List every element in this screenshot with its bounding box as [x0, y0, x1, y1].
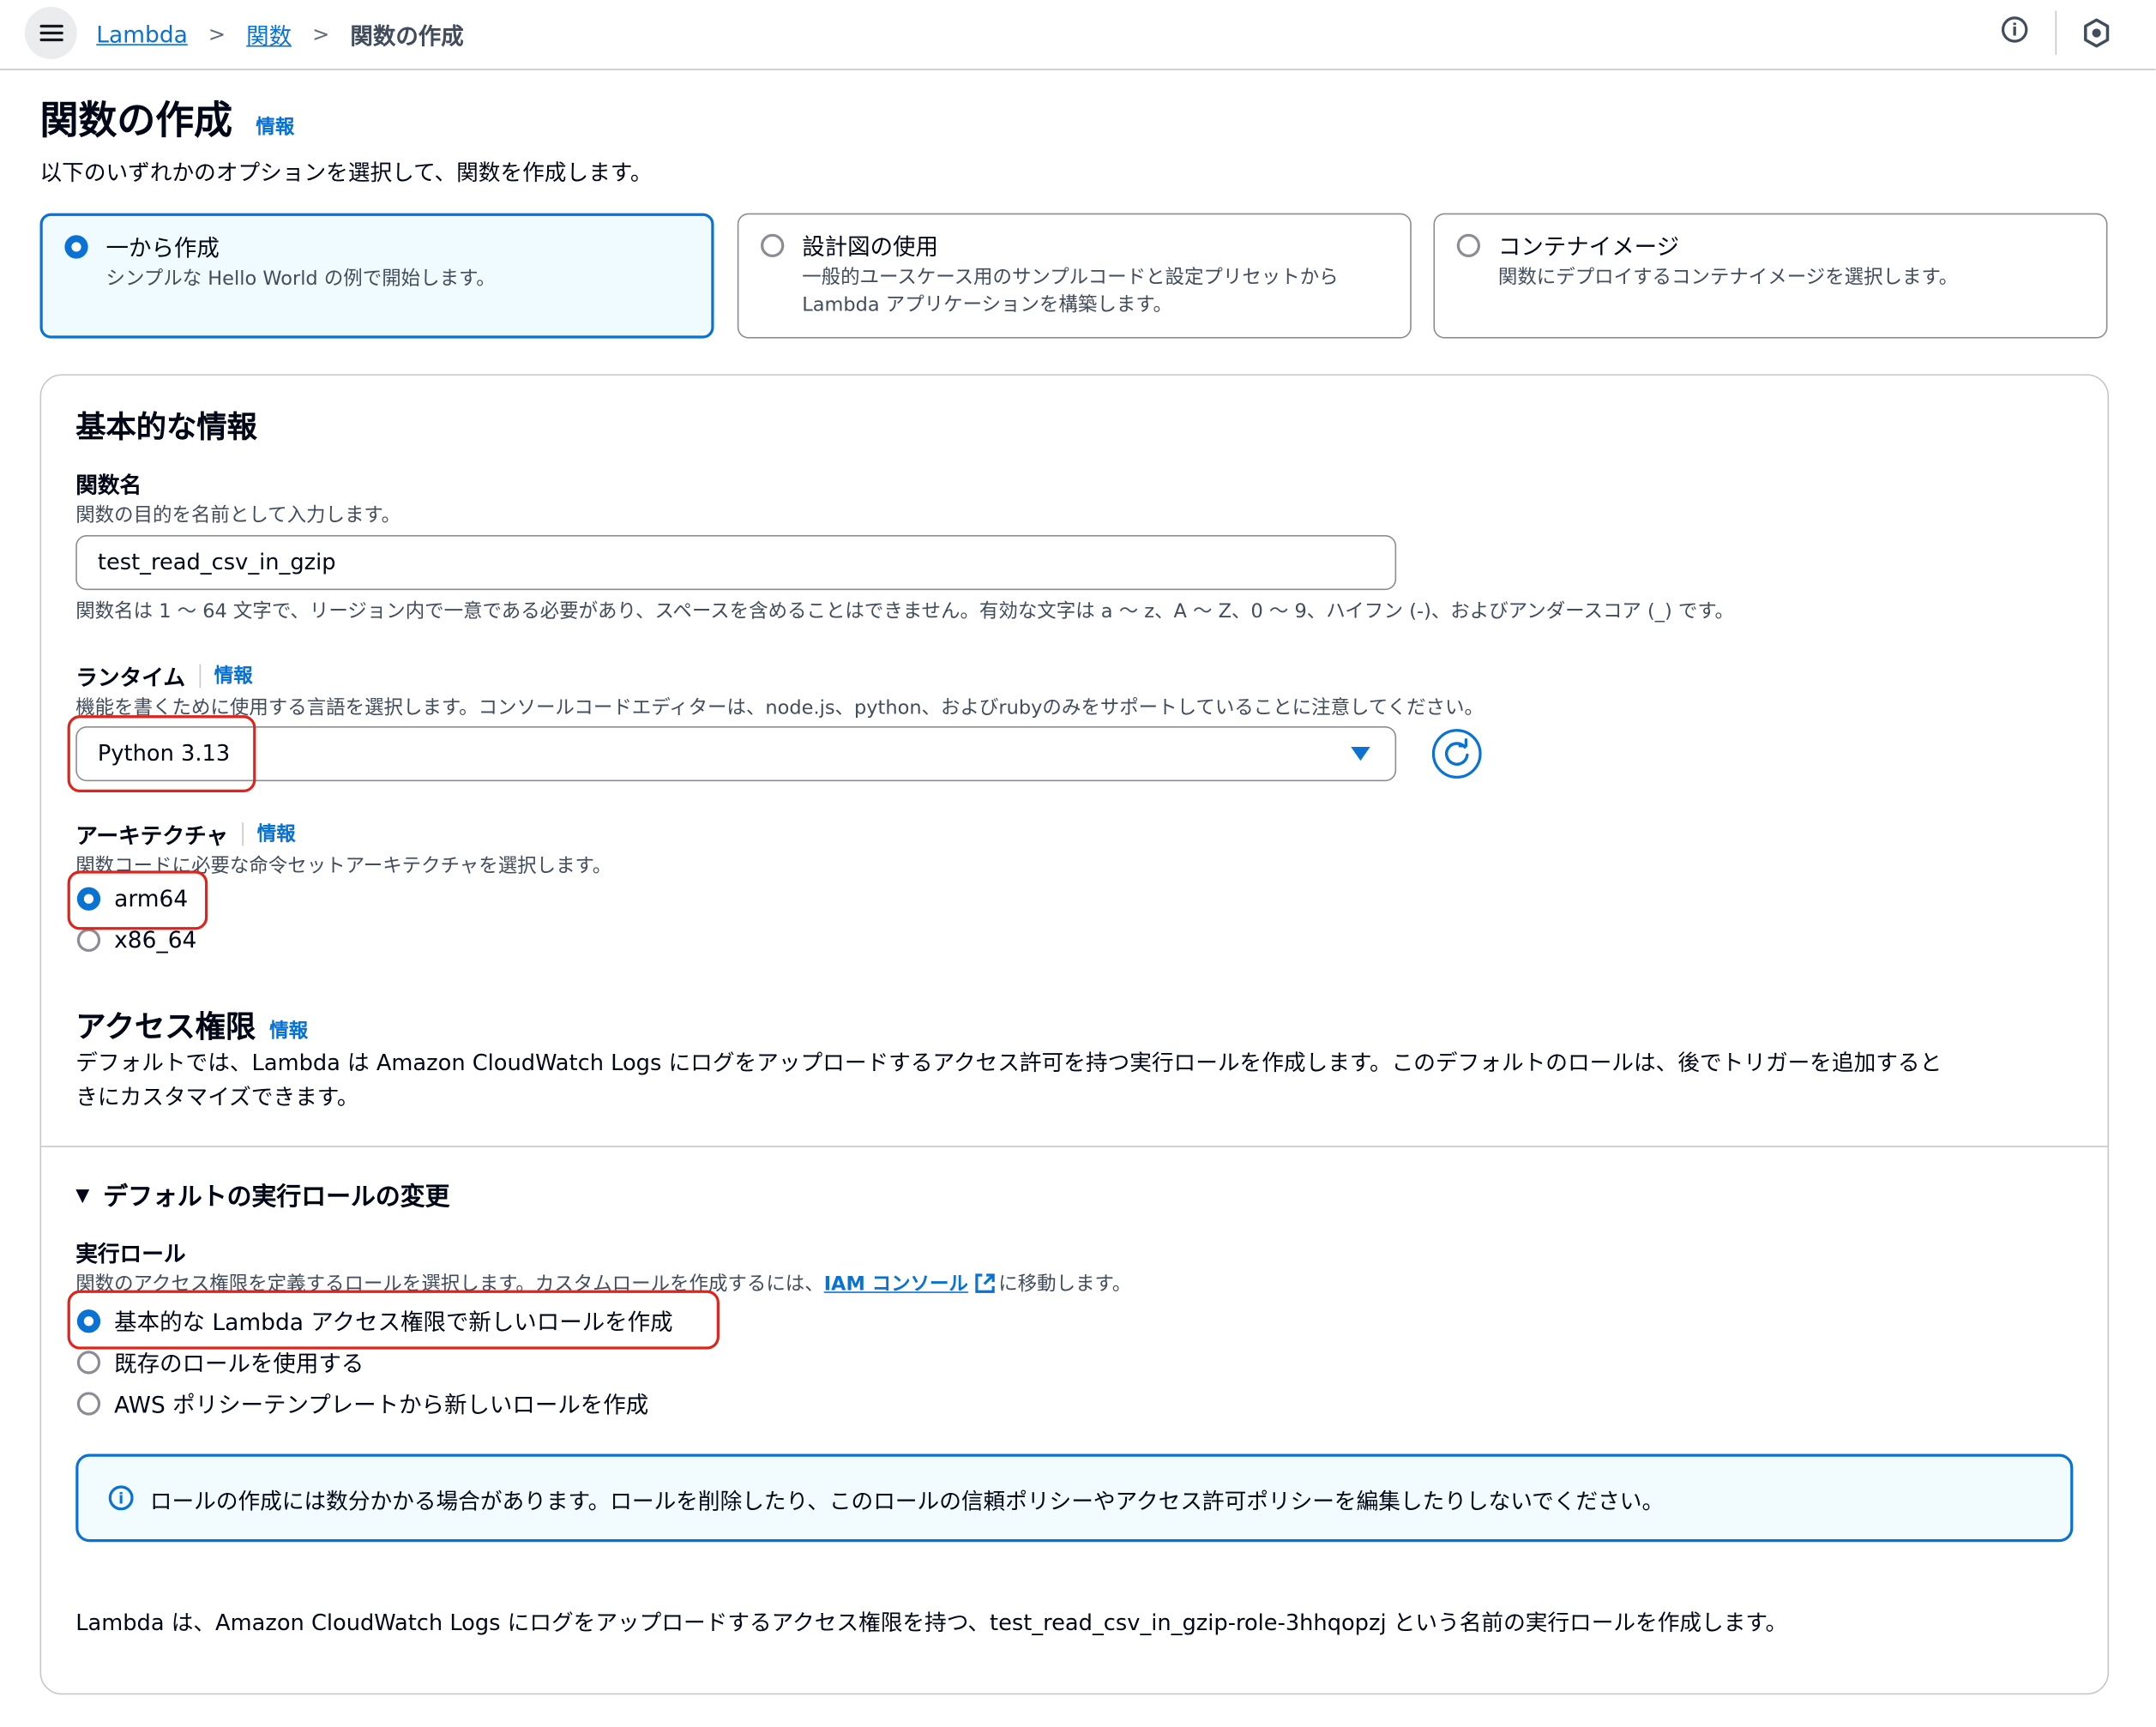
exec-role-label: 実行ロール	[75, 1240, 186, 1267]
role-toggle-label: デフォルトの実行ロールの変更	[103, 1182, 450, 1213]
radio-use-blueprint[interactable]	[761, 233, 785, 257]
page-title: 関数の作成	[39, 97, 233, 143]
access-heading-row: アクセス権限 情報	[75, 1002, 308, 1046]
radio-container-image[interactable]	[1456, 233, 1481, 257]
caret-down-icon: ▼	[75, 1184, 90, 1206]
role-highlight-box	[67, 1290, 720, 1350]
role-option-existing[interactable]: 既存のロールを使用する	[76, 1345, 364, 1378]
architecture-highlight-box	[67, 870, 208, 930]
function-name-input[interactable]: test_read_csv_in_gzip	[75, 534, 1397, 591]
chevron-right-icon: >	[208, 21, 226, 47]
chevron-right-icon: >	[312, 21, 330, 47]
option-use-blueprint[interactable]: 設計図の使用 一般的ユースケース用のサンプルコードと設定プリセットから Lamb…	[737, 213, 1412, 339]
option-title: 一から作成	[105, 235, 220, 262]
info-icon[interactable]: i	[2001, 16, 2028, 43]
role-option-label: 既存のロールを使用する	[114, 1351, 364, 1377]
access-info-link[interactable]: 情報	[269, 1016, 308, 1044]
section-heading-access: アクセス権限	[75, 1011, 256, 1046]
role-info-alert: i ロールの作成には数分かかる場合があります。ロールを削除したり、このロールの信…	[75, 1453, 2074, 1543]
option-title: 設計図の使用	[802, 233, 938, 261]
option-desc: シンプルな Hello World の例で開始します。	[105, 268, 496, 291]
access-desc-line: デフォルトでは、Lambda は Amazon CloudWatch Logs …	[75, 1049, 1942, 1076]
breadcrumb-functions[interactable]: 関数	[246, 18, 292, 51]
breadcrumb-current: 関数の作成	[350, 23, 464, 50]
function-name-hint: 関数名は 1 ～ 64 文字で、リージョン内で一意である必要があり、スペースを含…	[75, 600, 1735, 623]
label-separator	[242, 821, 244, 845]
runtime-highlight-box	[67, 715, 256, 792]
section-heading-basic: 基本的な情報	[75, 411, 257, 446]
option-title: コンテナイメージ	[1497, 233, 1680, 261]
breadcrumb-lambda[interactable]: Lambda	[96, 21, 188, 47]
page-subtitle: 以下のいずれかのオプションを選択して、関数を作成します。	[39, 159, 653, 186]
architecture-label-row: アーキテクチャ 情報	[75, 817, 296, 850]
runtime-info-link[interactable]: 情報	[214, 662, 253, 689]
toolbar-divider	[2055, 10, 2057, 56]
runtime-desc: 機能を書くために使用する言語を選択します。コンソールコードエディターは、node…	[75, 697, 1484, 719]
iam-console-link[interactable]: IAM コンソール	[824, 1270, 968, 1297]
radio-author-from-scratch[interactable]	[64, 235, 88, 259]
basic-information-panel: 基本的な情報 関数名 関数の目的を名前として入力します。 test_read_c…	[39, 374, 2110, 1695]
access-desc: デフォルトでは、Lambda は Amazon CloudWatch Logs …	[75, 1045, 1942, 1114]
hexagon-icon[interactable]	[2083, 18, 2111, 48]
refresh-icon[interactable]	[1431, 729, 1482, 779]
external-link-icon	[974, 1273, 995, 1293]
hamburger-icon	[39, 24, 63, 42]
option-container-image[interactable]: コンテナイメージ 関数にデプロイするコンテナイメージを選択します。	[1433, 213, 2108, 339]
runtime-label: ランタイム	[75, 664, 186, 691]
access-desc-line: きにカスタマイズできます。	[75, 1084, 359, 1110]
runtime-select[interactable]: Python 3.13	[75, 725, 1397, 782]
role-footer-note: Lambda は、Amazon CloudWatch Logs にログをアップロ…	[75, 1609, 1788, 1636]
caret-down-icon	[1351, 747, 1370, 761]
menu-button[interactable]	[24, 7, 77, 59]
function-name-label: 関数名	[75, 472, 142, 498]
arch-option-x86_64[interactable]: x86_64	[76, 927, 197, 954]
architecture-info-link[interactable]: 情報	[257, 820, 296, 847]
section-divider	[41, 1146, 2108, 1147]
info-circle-icon: i	[108, 1485, 134, 1511]
role-option-policy-template[interactable]: AWS ポリシーテンプレートから新しいロールを作成	[76, 1387, 649, 1419]
radio-x86_64[interactable]	[76, 928, 101, 953]
option-desc: 関数にデプロイするコンテナイメージを選択します。	[1497, 267, 1959, 289]
radio-existing-role[interactable]	[76, 1350, 101, 1374]
role-expand-toggle[interactable]: ▼ デフォルトの実行ロールの変更	[75, 1177, 449, 1213]
top-navigation-bar: Lambda > 関数 > 関数の作成 i	[0, 0, 2156, 70]
exec-role-desc-text: に移動します。	[998, 1273, 1132, 1297]
alert-text: ロールの作成には数分かかる場合があります。ロールを削除したり、このロールの信頼ポ…	[149, 1488, 1665, 1515]
arch-option-label: x86_64	[114, 927, 197, 954]
architecture-label: アーキテクチャ	[75, 822, 229, 849]
option-author-from-scratch[interactable]: 一から作成 シンプルな Hello World の例で開始します。	[39, 213, 714, 339]
radio-policy-template-role[interactable]	[76, 1391, 101, 1415]
function-name-desc: 関数の目的を名前として入力します。	[75, 504, 401, 527]
option-desc: 一般的ユースケース用のサンプルコードと設定プリセットから Lambda アプリケ…	[802, 267, 1339, 316]
label-separator	[199, 663, 201, 688]
title-info-link[interactable]: 情報	[256, 113, 294, 141]
breadcrumb: Lambda > 関数 > 関数の作成	[96, 18, 463, 51]
role-option-label: AWS ポリシーテンプレートから新しいロールを作成	[114, 1392, 649, 1418]
runtime-label-row: ランタイム 情報	[75, 659, 253, 691]
